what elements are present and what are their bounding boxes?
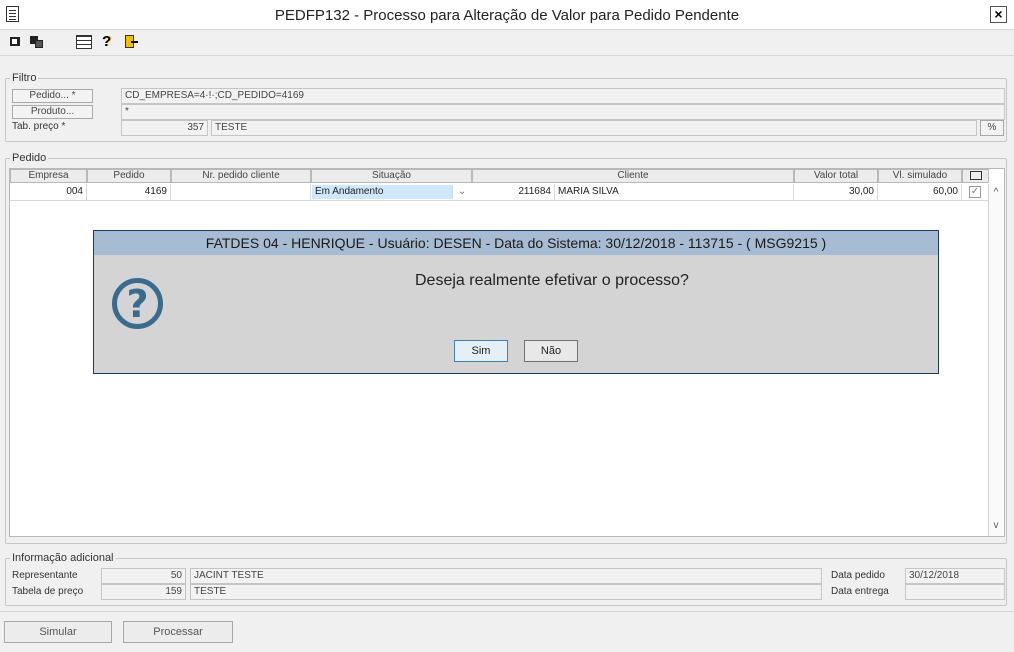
door-exit-icon[interactable] [124, 35, 138, 49]
data-entrega-label: Data entrega [831, 586, 889, 597]
help-icon[interactable]: ? [102, 34, 116, 49]
no-button[interactable]: Não [524, 340, 578, 362]
col-header-valor-total[interactable]: Valor total [794, 169, 878, 183]
representante-label: Representante [12, 570, 78, 581]
tabela-preco-name-field: TESTE [190, 584, 822, 600]
toolbar [0, 30, 1014, 56]
cell-valor-total[interactable]: 30,00 [794, 184, 878, 200]
yes-button[interactable]: Sim [454, 340, 508, 362]
data-pedido-field: 30/12/2018 [905, 568, 1005, 584]
representante-code-field: 50 [101, 568, 186, 584]
grid-scrollbar[interactable] [988, 184, 1004, 536]
cell-cliente-nome[interactable]: MARIA SILVA [555, 184, 794, 200]
pedido-lookup-button[interactable]: Pedido... * [12, 89, 93, 103]
tab-preco-code-field[interactable]: 357 [121, 120, 208, 136]
scroll-down-icon[interactable]: v [988, 518, 1004, 534]
windows-icon[interactable] [30, 35, 44, 49]
col-header-vl-simulado[interactable]: Vl. simulado [878, 169, 962, 183]
grid-calendar-icon[interactable] [76, 35, 92, 49]
produto-lookup-button[interactable]: Produto... [12, 105, 93, 119]
col-header-select-all[interactable] [962, 169, 989, 183]
exit-icon[interactable] [9, 35, 23, 49]
info-legend: Informação adicional [12, 552, 114, 564]
processar-button[interactable]: Processar [123, 621, 233, 643]
tab-preco-desc-field: TESTE [211, 120, 977, 136]
col-header-empresa[interactable]: Empresa [10, 169, 87, 183]
representante-name-field: JACINT TESTE [190, 568, 822, 584]
footer-separator [0, 611, 1014, 612]
col-header-nr-pedido-cliente[interactable]: Nr. pedido cliente [171, 169, 311, 183]
scroll-up-icon[interactable]: ^ [988, 185, 1004, 201]
pedido-filter-field[interactable]: CD_EMPRESA=4·!·;CD_PEDIDO=4169 [121, 88, 1005, 104]
pedido-legend: Pedido [12, 152, 47, 164]
cell-cliente-codigo[interactable]: 211684 [472, 184, 555, 200]
cell-pedido[interactable]: 4169 [87, 184, 171, 200]
dialog-title: FATDES 04 - HENRIQUE - Usuário: DESEN - … [94, 231, 938, 255]
col-header-situacao[interactable]: Situação [311, 169, 472, 183]
cell-empresa[interactable]: 004 [10, 184, 87, 200]
cell-nr-pedido-cliente[interactable] [171, 184, 311, 200]
tab-preco-lookup-button[interactable]: % [980, 120, 1004, 136]
filtro-legend: Filtro [12, 72, 37, 84]
col-header-cliente[interactable]: Cliente [472, 169, 794, 183]
data-pedido-label: Data pedido [831, 570, 885, 581]
tabela-preco-code-field: 159 [101, 584, 186, 600]
produto-filter-field[interactable]: * [121, 104, 1005, 120]
simular-button[interactable]: Simular [4, 621, 112, 643]
tabela-preco-label: Tabela de preço [12, 586, 84, 597]
select-all-checkbox[interactable] [969, 171, 982, 180]
data-entrega-field [905, 584, 1005, 600]
col-header-pedido[interactable]: Pedido [87, 169, 171, 183]
cell-vl-simulado[interactable]: 60,00 [878, 184, 962, 200]
cell-situacao[interactable]: Em Andamento [312, 185, 453, 199]
row-separator [10, 200, 988, 201]
situacao-dropdown-icon[interactable]: ⌄ [455, 184, 471, 200]
close-button[interactable]: × [990, 6, 1007, 23]
tab-preco-label: Tab. preço * [12, 121, 66, 132]
window-title: PEDFP132 - Processo para Alteração de Va… [274, 7, 740, 24]
dialog-message: Deseja realmente efetivar o processo? [415, 272, 689, 289]
row-checkbox[interactable]: ✓ [969, 186, 981, 198]
